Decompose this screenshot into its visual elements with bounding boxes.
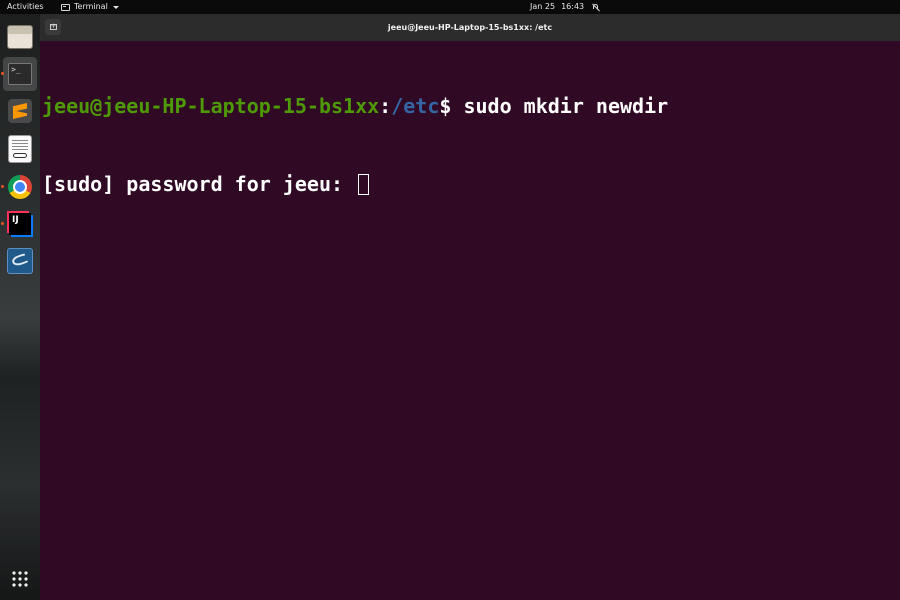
dock: >_ IJ: [0, 14, 40, 600]
terminal-line-command: jeeu@jeeu-HP-Laptop-15-bs1xx:/etc$ sudo …: [42, 93, 898, 119]
show-applications-button[interactable]: [3, 562, 37, 596]
app-grid-icon: [11, 570, 29, 588]
dock-item-document-viewer[interactable]: [3, 132, 37, 166]
top-bar: Activities Terminal Jan 25 16:43: [0, 0, 900, 14]
text-cursor: [358, 174, 370, 195]
password-prompt: [sudo] password for jeeu:: [42, 172, 356, 196]
running-indicator: [1, 185, 4, 188]
document-viewer-icon: [9, 136, 31, 162]
dock-item-files[interactable]: [3, 20, 37, 54]
app-menu[interactable]: Terminal: [61, 0, 119, 14]
dock-item-mysql-workbench[interactable]: [3, 244, 37, 278]
dock-item-intellij[interactable]: IJ: [1, 207, 37, 241]
chevron-down-icon: [112, 5, 119, 9]
prompt-symbol: $: [439, 94, 464, 118]
dock-item-terminal[interactable]: >_: [1, 57, 37, 91]
sublime-text-icon: [8, 99, 32, 123]
new-tab-icon: [49, 20, 57, 32]
dock-item-chrome[interactable]: [1, 170, 37, 204]
new-tab-button[interactable]: [45, 19, 61, 35]
prompt-path: /etc: [391, 94, 440, 118]
activities-button[interactable]: Activities: [7, 0, 44, 14]
clock-time: 16:43: [561, 2, 585, 11]
terminal-icon: [61, 3, 70, 11]
mysql-workbench-icon: [7, 248, 33, 274]
window-title: jeeu@Jeeu-HP-Laptop-15-bs1xx: /etc: [387, 23, 553, 32]
dock-item-sublime-text[interactable]: [3, 94, 37, 128]
clock[interactable]: Jan 25 16:43: [530, 0, 599, 14]
running-indicator: [1, 222, 4, 225]
running-indicator: [1, 72, 4, 75]
files-icon: [7, 25, 33, 49]
bell-muted-icon: [592, 3, 599, 11]
prompt-user-host: jeeu@jeeu-HP-Laptop-15-bs1xx: [42, 94, 380, 118]
terminal-icon: >_: [8, 63, 32, 85]
intellij-icon: IJ: [9, 213, 31, 235]
app-menu-label: Terminal: [74, 2, 108, 11]
terminal-window: jeeu@Jeeu-HP-Laptop-15-bs1xx: /etc jeeu@…: [40, 14, 900, 600]
clock-date: Jan 25: [530, 2, 556, 11]
chrome-icon: [8, 175, 32, 199]
command-text: sudo mkdir newdir: [463, 94, 669, 118]
prompt-separator: :: [379, 94, 392, 118]
window-titlebar[interactable]: jeeu@Jeeu-HP-Laptop-15-bs1xx: /etc: [40, 14, 900, 41]
terminal-line-password: [sudo] password for jeeu:: [42, 171, 898, 197]
terminal-output[interactable]: jeeu@jeeu-HP-Laptop-15-bs1xx:/etc$ sudo …: [42, 41, 898, 600]
